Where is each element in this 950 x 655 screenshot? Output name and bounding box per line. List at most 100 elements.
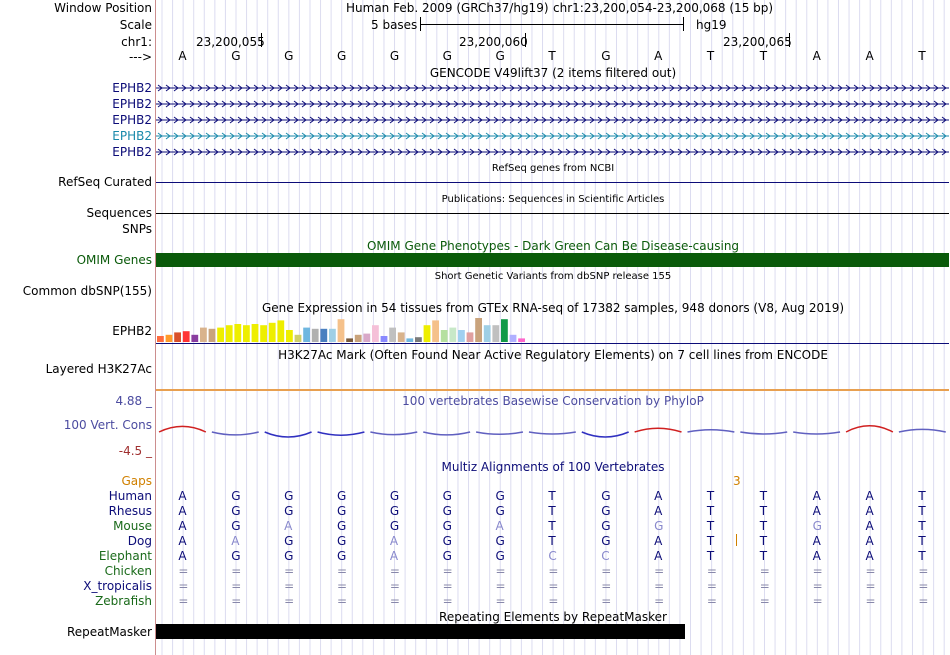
multiz-base: G [442, 489, 452, 503]
multiz-base: G [336, 519, 347, 533]
multiz-species-label[interactable]: Elephant [99, 549, 152, 563]
chrom-label[interactable]: chr1: [121, 35, 152, 49]
gtex-tissue-bar [509, 334, 517, 342]
gaps-label: Gaps [121, 474, 152, 488]
gencode-transcript[interactable] [156, 83, 949, 93]
multiz-base: A [231, 534, 240, 548]
gtex-tissue-bar [423, 325, 431, 342]
multiz-base: G [442, 534, 452, 548]
base-letter: T [759, 49, 768, 63]
refseq-line[interactable] [156, 182, 949, 183]
repeatmasker-bar[interactable] [156, 624, 685, 639]
refseq-label[interactable]: RefSeq Curated [58, 175, 152, 189]
h3k27ac-signal[interactable] [156, 389, 949, 391]
base-letter: A [812, 49, 821, 63]
multiz-base: = [178, 594, 189, 608]
multiz-base: = [442, 564, 453, 578]
publications-label[interactable]: Sequences [87, 206, 152, 220]
gtex-tissue-bar [234, 324, 242, 342]
multiz-base: A [284, 519, 293, 533]
gencode-item-label[interactable]: EPHB2 [112, 113, 152, 127]
strand-label[interactable]: ---> [129, 50, 152, 64]
multiz-species-label[interactable]: Zebrafish [95, 594, 152, 608]
multiz-base: A [865, 534, 874, 548]
multiz-base: T [548, 504, 556, 518]
phylop-plot[interactable] [0, 400, 950, 460]
multiz-base: = [759, 594, 770, 608]
multiz-base: = [706, 564, 717, 578]
multiz-base: G [601, 489, 611, 503]
gtex-tissue-bar [294, 334, 302, 342]
gtex-tissue-bar [225, 325, 233, 342]
multiz-base: T [759, 549, 768, 563]
gtex-tissue-bar [260, 325, 267, 342]
multiz-species-label[interactable]: Dog [128, 534, 152, 548]
gtex-tissue-bar [182, 331, 190, 342]
gencode-transcript[interactable] [156, 131, 949, 141]
multiz-species-label[interactable]: Chicken [105, 564, 152, 578]
gencode-item-label[interactable]: EPHB2 [112, 81, 152, 95]
gtex-tissue-bar [191, 334, 199, 342]
multiz-base: = [389, 594, 400, 608]
gtex-tissue-bar [449, 327, 457, 342]
omim-gene-bar[interactable] [156, 253, 949, 267]
multiz-base: G [336, 534, 347, 548]
multiz-base: T [706, 534, 715, 548]
scale-label[interactable]: Scale [120, 18, 152, 32]
multiz-base: T [548, 489, 556, 503]
multiz-base: = [918, 594, 929, 608]
gtex-tissue-bar [329, 328, 336, 342]
multiz-base: A [812, 534, 821, 548]
gtex-tissue-bar [518, 338, 525, 342]
multiz-base: A [178, 519, 187, 533]
gtex-tissue-bar [354, 334, 362, 342]
gtex-tissue-bar [492, 325, 500, 342]
multiz-base: G [442, 549, 452, 563]
genome-browser-image: Window Position Human Feb. 2009 (GRCh37/… [0, 0, 950, 655]
gencode-transcript[interactable] [156, 147, 949, 157]
snps-label[interactable]: SNPs [122, 222, 152, 236]
multiz-base: = [865, 594, 876, 608]
gtex-tissue-bar [286, 330, 293, 342]
gap-count: 3 [733, 474, 741, 488]
multiz-base: = [442, 579, 453, 593]
multiz-species-label[interactable]: X_tropicalis [83, 579, 152, 593]
multiz-base: G [495, 504, 505, 518]
h3k27ac-label[interactable]: Layered H3K27Ac [46, 362, 152, 376]
multiz-species-label[interactable]: Human [109, 489, 152, 503]
multiz-base: A [812, 504, 821, 518]
omim-label[interactable]: OMIM Genes [77, 253, 152, 267]
multiz-base: A [865, 489, 874, 503]
gencode-item-label[interactable]: EPHB2 [112, 145, 152, 159]
multiz-base: A [178, 504, 187, 518]
gencode-item-label[interactable]: EPHB2 [112, 129, 152, 143]
multiz-base: = [284, 564, 295, 578]
base-letter: G [336, 49, 347, 63]
gtex-tissue-bar [397, 332, 405, 342]
multiz-base: = [336, 594, 348, 608]
multiz-base: = [706, 579, 717, 593]
gtex-tissue-bar [277, 320, 285, 342]
multiz-base: T [759, 504, 768, 518]
gtex-bar-chart[interactable] [0, 313, 950, 343]
publications-line[interactable] [156, 213, 949, 214]
multiz-base: = [442, 594, 453, 608]
gencode-transcript[interactable] [156, 99, 949, 109]
multiz-species-label[interactable]: Rhesus [109, 504, 152, 518]
multiz-species-label[interactable]: Mouse [113, 519, 152, 533]
multiz-base: G [231, 504, 241, 518]
multiz-base: A [865, 519, 874, 533]
multiz-base: G [442, 519, 452, 533]
ruler-position-1: 23,200,055 [196, 35, 265, 49]
dbsnp-label[interactable]: Common dbSNP(155) [23, 284, 152, 298]
multiz-base: = [654, 579, 665, 593]
gencode-transcript[interactable] [156, 115, 949, 125]
repeatmasker-label[interactable]: RepeatMasker [67, 625, 152, 639]
gencode-item-label[interactable]: EPHB2 [112, 97, 152, 111]
gtex-tissue-bar [208, 328, 216, 342]
multiz-base: G [336, 504, 347, 518]
omim-track-title: OMIM Gene Phenotypes - Dark Green Can Be… [366, 239, 740, 253]
multiz-base: G [601, 534, 611, 548]
base-letter: T [706, 49, 715, 63]
multiz-base: G [442, 504, 452, 518]
